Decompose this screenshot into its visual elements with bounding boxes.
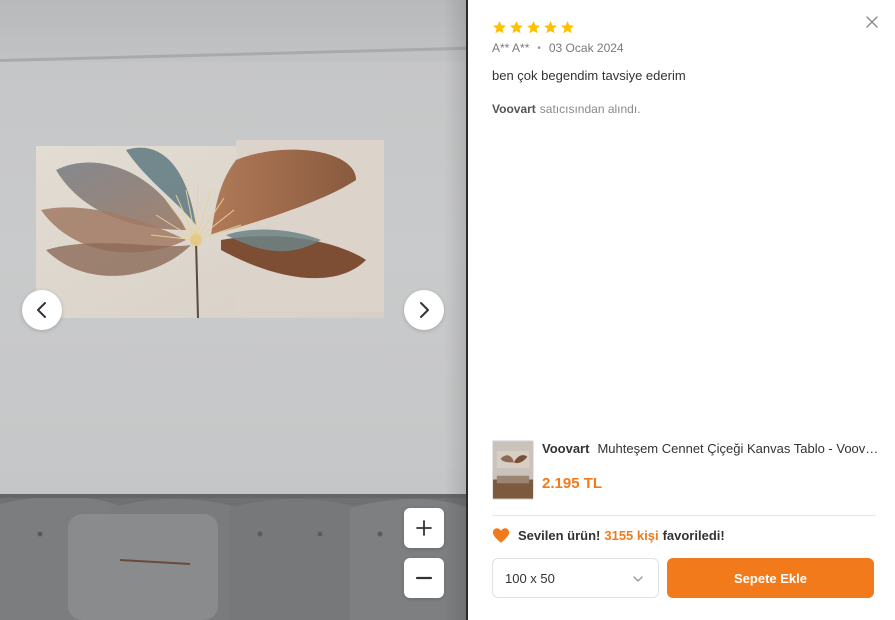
photo-shadow xyxy=(444,0,468,620)
review-comment: ben çok begendim tavsiye ederim xyxy=(492,68,686,83)
wall-molding xyxy=(0,0,468,62)
seller-info: Voovart satıcısından alındı. xyxy=(492,102,641,116)
star-icon xyxy=(510,21,523,34)
divider xyxy=(492,515,876,516)
product-thumbnail[interactable] xyxy=(492,440,534,500)
next-image-button[interactable] xyxy=(404,290,444,330)
size-value: 100 x 50 xyxy=(505,570,555,586)
separator-dot: • xyxy=(537,42,541,54)
size-select[interactable]: 100 x 50 xyxy=(492,558,659,598)
favorite-suffix: favoriledi! xyxy=(662,528,725,543)
chevron-down-icon xyxy=(633,576,643,582)
prev-image-button[interactable] xyxy=(22,290,62,330)
star-icon xyxy=(544,21,557,34)
product-price: 2.195 TL xyxy=(542,475,603,492)
review-author: A** A** xyxy=(492,41,530,55)
sofa-image xyxy=(0,494,468,620)
zoom-in-button[interactable] xyxy=(404,508,444,548)
favorite-count: 3155 kişi xyxy=(604,528,659,543)
plus-icon xyxy=(416,520,432,536)
favorite-prefix: Sevilen ürün! xyxy=(518,528,601,543)
rating-stars xyxy=(492,20,575,35)
review-details-panel: A** A** • 03 Ocak 2024 ben çok begendim … xyxy=(468,0,895,620)
chevron-right-icon xyxy=(420,302,429,318)
seller-suffix: satıcısından alındı. xyxy=(539,102,641,116)
star-icon xyxy=(493,21,506,34)
review-photo xyxy=(0,0,468,620)
product-title-line[interactable]: Voovart Muhteşem Cennet Çiçeği Kanvas Tab… xyxy=(542,441,882,456)
product-brand: Voovart xyxy=(542,441,590,456)
add-to-cart-button[interactable]: Sepete Ekle xyxy=(667,558,874,598)
chevron-left-icon xyxy=(37,302,46,318)
product-card[interactable]: Voovart Muhteşem Cennet Çiçeği Kanvas Tab… xyxy=(492,438,882,502)
review-date: 03 Ocak 2024 xyxy=(548,41,624,55)
star-icon xyxy=(527,21,540,34)
minus-icon xyxy=(415,576,433,580)
review-image-modal: A** A** • 03 Ocak 2024 ben çok begendim … xyxy=(0,0,895,620)
heart-icon xyxy=(492,528,510,543)
product-title: Muhteşem Cennet Çiçeği Kanvas Tablo - Vo… xyxy=(597,441,882,456)
zoom-out-button[interactable] xyxy=(404,558,444,598)
canvas-painting-image xyxy=(36,140,384,318)
close-icon[interactable] xyxy=(864,14,880,30)
favorite-info: Sevilen ürün! 3155 kişi favoriledi! xyxy=(492,527,725,544)
review-meta: A** A** • 03 Ocak 2024 xyxy=(492,41,624,55)
star-icon xyxy=(561,21,574,34)
seller-name[interactable]: Voovart xyxy=(492,102,536,116)
